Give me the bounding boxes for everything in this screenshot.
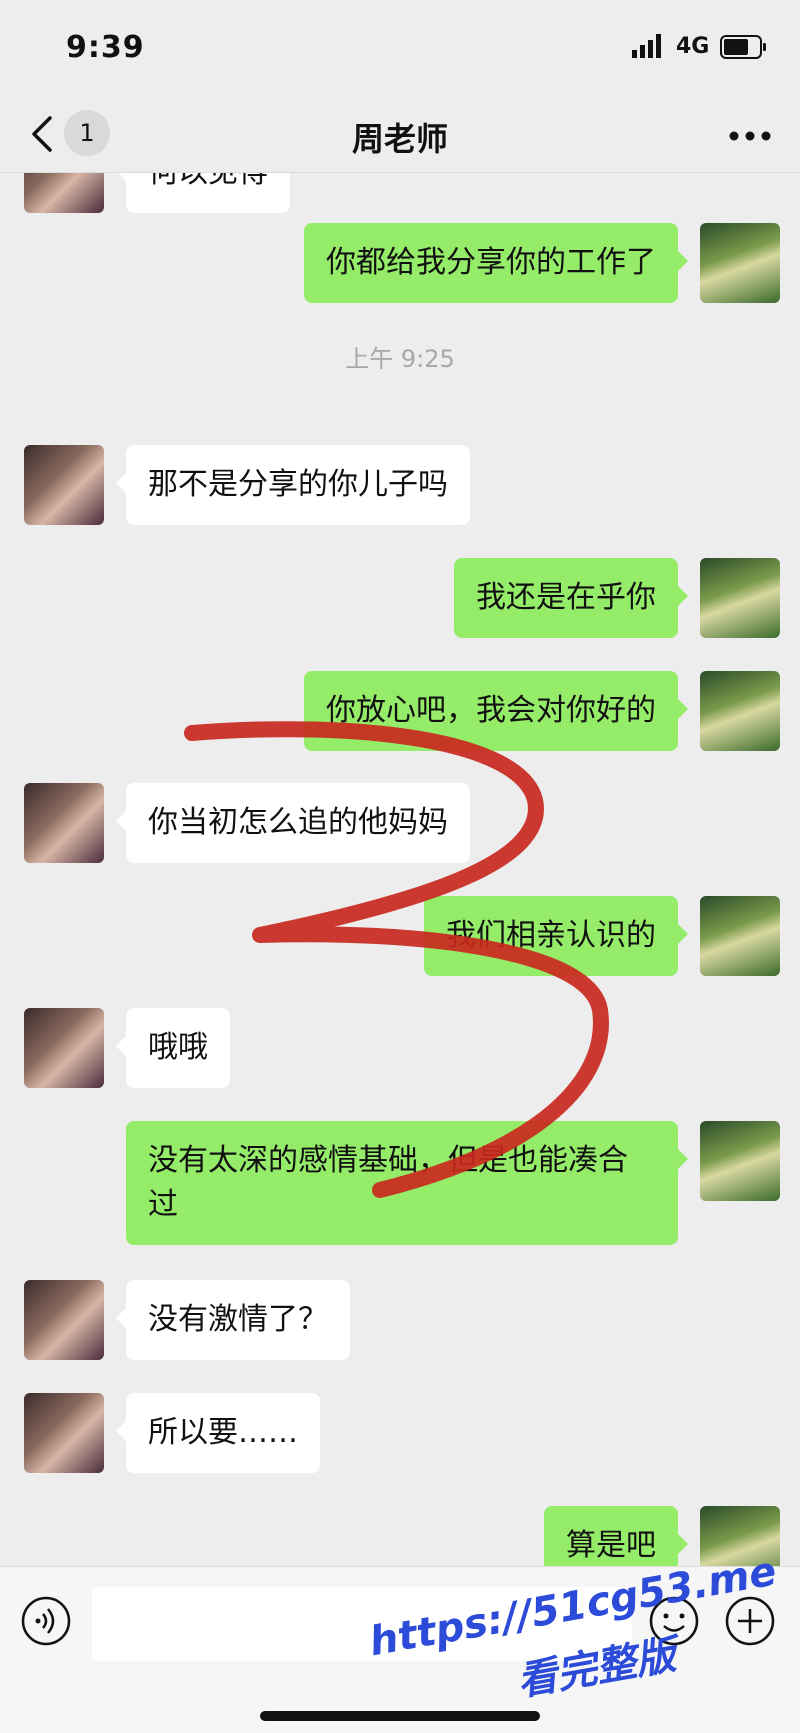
self-avatar[interactable] [700, 1121, 780, 1201]
message-bubble-outgoing[interactable]: 没有太深的感情基础，但是也能凑合过 [126, 1121, 688, 1245]
message-bubble-outgoing[interactable]: 你都给我分享你的工作了 [304, 223, 688, 303]
message-bubble-incoming[interactable]: 没有激情了？ [116, 1280, 350, 1360]
contact-avatar[interactable] [24, 1008, 104, 1088]
contact-avatar[interactable] [24, 1280, 104, 1360]
home-indicator [260, 1711, 540, 1721]
plus-icon[interactable] [724, 1595, 776, 1647]
contact-avatar[interactable] [24, 445, 104, 525]
message-bubble-incoming[interactable]: 何以见得 [116, 173, 290, 213]
message-list[interactable]: 何以见得 你都给我分享你的工作了 上午 9:25 那不是分享的你儿子吗 我还是在… [0, 173, 800, 1566]
voice-icon[interactable] [20, 1595, 72, 1647]
message-bubble-incoming[interactable]: 那不是分享的你儿子吗 [116, 445, 470, 525]
network-type: 4G [676, 34, 710, 59]
self-avatar[interactable] [700, 671, 780, 751]
message-bubble-incoming[interactable]: 你当初怎么追的他妈妈 [116, 783, 470, 863]
status-time: 9:39 [66, 30, 145, 65]
message-bubble-incoming[interactable]: 哦哦 [116, 1008, 230, 1088]
battery-icon [720, 35, 766, 59]
self-avatar[interactable] [700, 558, 780, 638]
message-bubble-outgoing[interactable]: 我们相亲认识的 [424, 896, 688, 976]
message-timestamp: 上午 9:25 [345, 345, 455, 373]
chat-title: 周老师 [351, 120, 448, 158]
self-avatar[interactable] [700, 223, 780, 303]
message-bubble-incoming[interactable]: 所以要…… [116, 1393, 320, 1473]
self-avatar[interactable] [700, 896, 780, 976]
signal-icon [632, 34, 661, 58]
contact-avatar[interactable] [24, 1393, 104, 1473]
contact-avatar[interactable] [24, 173, 104, 213]
chat-header: 1 周老师 [0, 100, 800, 173]
message-bubble-outgoing[interactable]: 算是吧 [544, 1506, 688, 1566]
message-bubble-outgoing[interactable]: 你放心吧，我会对你好的 [304, 671, 688, 751]
more-icon[interactable] [728, 130, 772, 142]
status-bar: 9:39 4G [0, 0, 800, 100]
contact-avatar[interactable] [24, 783, 104, 863]
message-bubble-outgoing[interactable]: 我还是在乎你 [454, 558, 688, 638]
